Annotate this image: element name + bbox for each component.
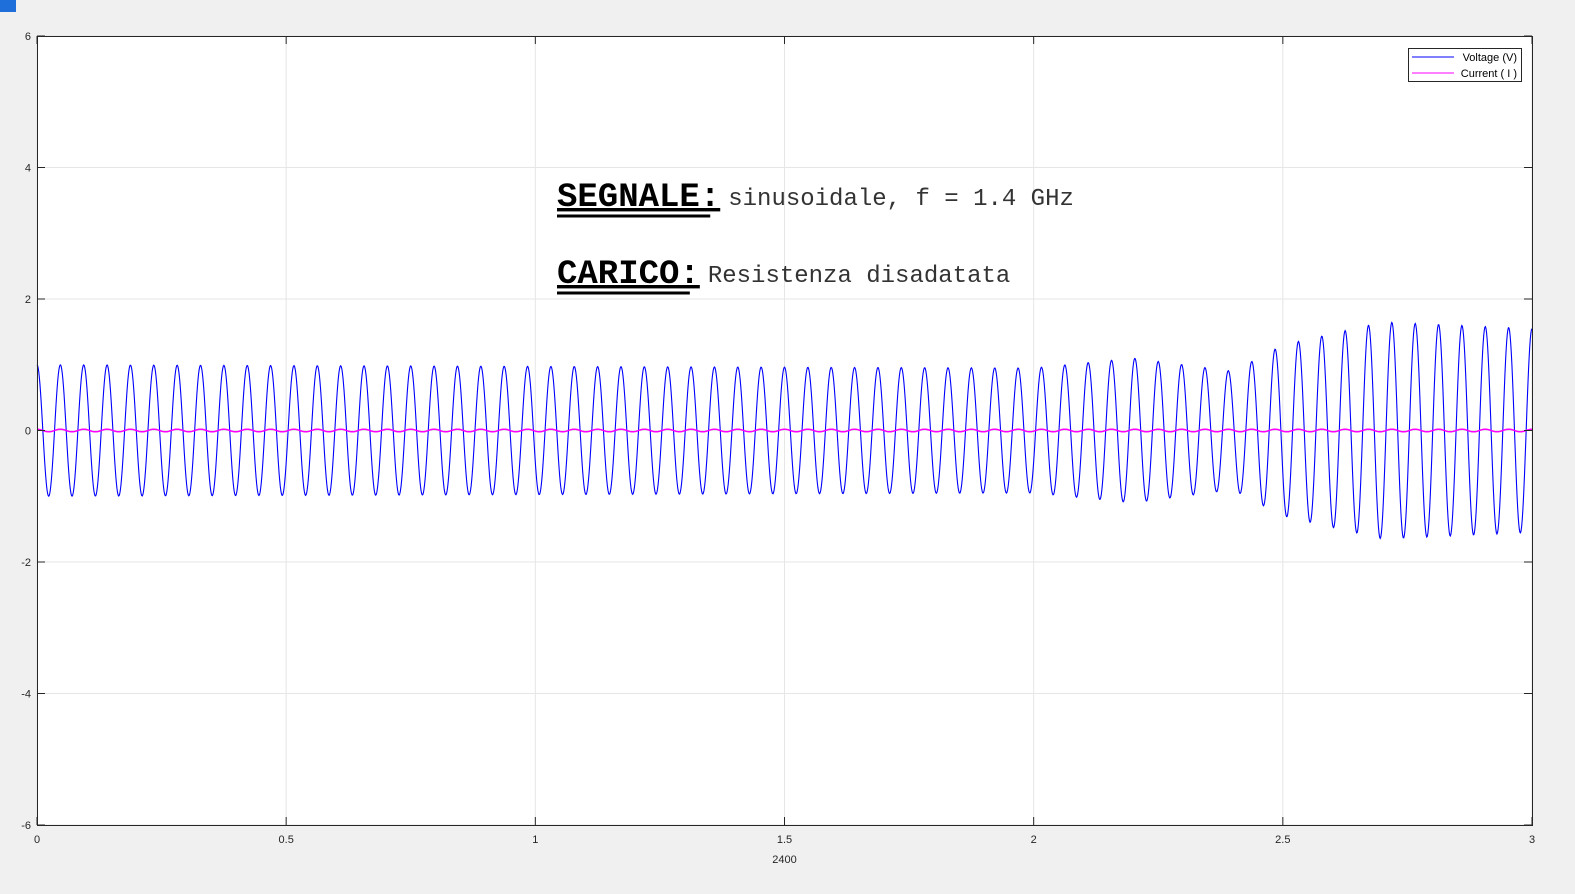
voltage-current-plot: 0 0.5 1 1.5 2 2.5 3 6 4 2 0 -2 -4 -6 2400 SEGNALE: si… [21,31,1535,866]
legend[interactable]: Voltage (V) Current ( I ) [1408,48,1522,82]
annotation-signal-text: sinusoidale, f = 1.4 GHz [728,186,1074,213]
x-axis-label: 2400 [772,854,796,866]
x-tick-label: 0 [34,834,40,846]
annotation-load-text: Resistenza disadatata [708,263,1010,290]
legend-entry-current: Current ( I ) [1461,68,1517,80]
x-tick-label: 0.5 [279,834,294,846]
y-tick-label: -6 [21,820,31,832]
x-tick-label: 2.5 [1275,834,1290,846]
annotation-load-label: CARICO: [557,256,700,294]
x-tick-label: 3 [1529,834,1535,846]
y-tick-label: 0 [25,426,31,438]
x-tick-label: 2 [1031,834,1037,846]
y-tick-label: -4 [21,689,31,701]
x-tick-label: 1 [532,834,538,846]
annotation-signal-label: SEGNALE: [557,179,720,217]
y-tick-label: 2 [25,294,31,306]
y-tick-label: 4 [25,163,31,175]
y-tick-label: -2 [21,557,31,569]
y-tick-label: 6 [25,31,31,43]
legend-entry-voltage: Voltage (V) [1463,52,1517,64]
x-tick-label: 1.5 [777,834,792,846]
